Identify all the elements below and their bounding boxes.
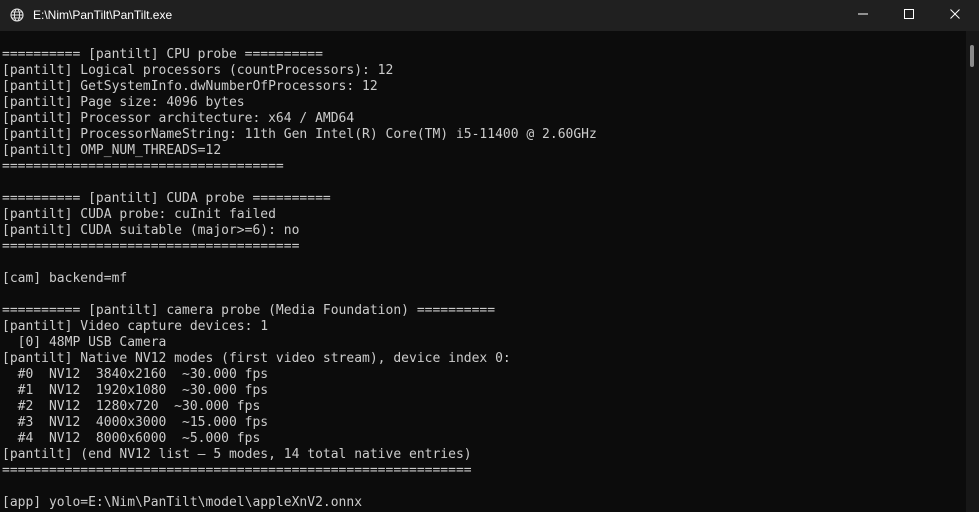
console-line: ========== [pantilt] CPU probe =========… [2, 47, 323, 62]
window-title: E:\Nim\PanTilt\PanTilt.exe [33, 8, 173, 22]
console-output[interactable]: ========== [pantilt] CPU probe =========… [0, 31, 966, 512]
minimize-button[interactable] [840, 0, 886, 31]
title-bar[interactable]: E:\Nim\PanTilt\PanTilt.exe [0, 0, 979, 31]
console-line: [pantilt] Native NV12 modes (first video… [2, 351, 511, 366]
console-line: [pantilt] Logical processors (countProce… [2, 63, 394, 78]
console-line: [pantilt] Processor architecture: x64 / … [2, 111, 355, 126]
console-line: [pantilt] Video capture devices: 1 [2, 319, 269, 334]
console-window: E:\Nim\PanTilt\PanTilt.exe ========== [p… [0, 0, 979, 512]
console-line: [pantilt] CUDA suitable (major>=6): no [2, 223, 300, 238]
console-line: [pantilt] GetSystemInfo.dwNumberOfProces… [2, 79, 378, 94]
console-line: #4 NV12 8000x6000 ~5.000 fps [2, 431, 261, 446]
console-line: [app] yolo=E:\Nim\PanTilt\model\appleXnV… [2, 495, 363, 510]
console-line: [cam] backend=mf [2, 271, 128, 286]
console-line: [pantilt] CUDA probe: cuInit failed [2, 207, 276, 222]
console-line: [pantilt] Page size: 4096 bytes [2, 95, 245, 110]
console-line: #0 NV12 3840x2160 ~30.000 fps [2, 367, 269, 382]
minimize-icon [857, 7, 869, 25]
close-button[interactable] [932, 0, 978, 31]
maximize-icon [903, 7, 915, 25]
console-line: ========== [pantilt] CUDA probe ========… [2, 191, 331, 206]
vertical-scrollbar[interactable] [966, 31, 979, 512]
maximize-button[interactable] [886, 0, 932, 31]
console-line: [pantilt] ProcessorNameString: 11th Gen … [2, 127, 597, 142]
console-line: ==================================== [2, 159, 284, 174]
console-line: [0] 48MP USB Camera [2, 335, 167, 350]
close-icon [949, 7, 961, 25]
console-line: #2 NV12 1280x720 ~30.000 fps [2, 399, 261, 414]
console-line: [pantilt] OMP_NUM_THREADS=12 [2, 143, 222, 158]
console-line: #1 NV12 1920x1080 ~30.000 fps [2, 383, 269, 398]
console-line: ========== [pantilt] camera probe (Media… [2, 303, 496, 318]
console-line: ====================================== [2, 239, 300, 254]
console-lines: ========== [pantilt] CPU probe =========… [2, 47, 597, 511]
console-line: [pantilt] (end NV12 list — 5 modes, 14 t… [2, 447, 472, 462]
console-line: ========================================… [2, 463, 472, 478]
scrollbar-thumb[interactable] [970, 45, 974, 67]
console-line: #3 NV12 4000x3000 ~15.000 fps [2, 415, 269, 430]
globe-icon [10, 8, 24, 22]
